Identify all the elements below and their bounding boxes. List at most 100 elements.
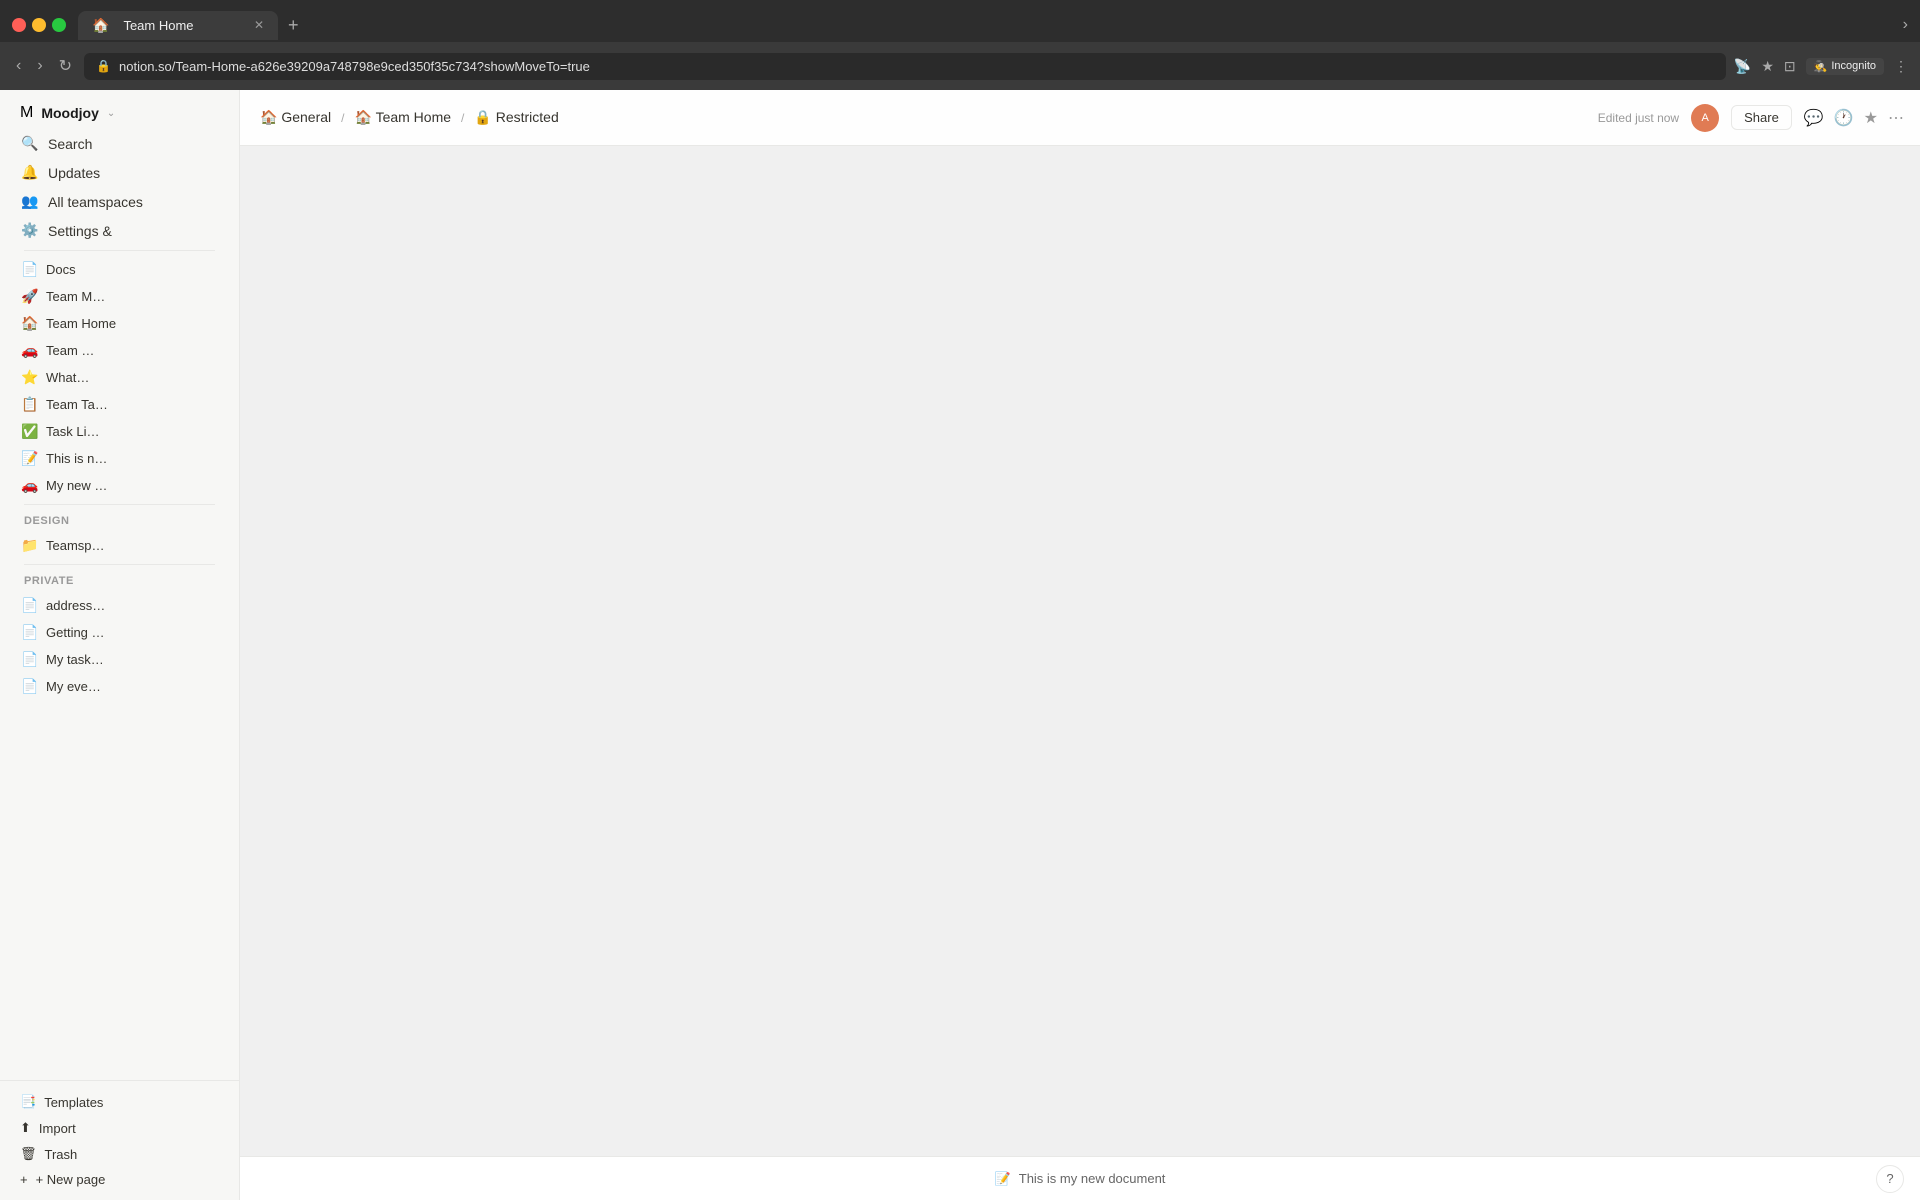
back-btn[interactable]: ‹: [12, 53, 25, 79]
sidebar-item-trash[interactable]: 🗑 Trash: [12, 1141, 227, 1167]
extension-icon[interactable]: ⊡: [1784, 58, 1796, 75]
tab-close-btn[interactable]: ✕: [254, 18, 264, 32]
sidebar-top: M Moodjoy ⌄ 🔍 Search 🔔 Updates 👥 All tea…: [0, 90, 239, 707]
sidebar-label-import: Import: [39, 1121, 76, 1136]
sidebar-label-all-teams: All teamspaces: [48, 194, 143, 210]
menu-icon[interactable]: ⋮: [1894, 58, 1908, 75]
tab-favicon: 🏠: [92, 17, 109, 34]
home-icon: 🏠: [20, 315, 40, 332]
lock-icon: 🔒: [96, 59, 111, 73]
bookmark-icon[interactable]: ★: [1761, 58, 1774, 75]
top-bar: 🏠 General / 🏠 Team Home / 🔒 Restricted E…: [240, 90, 1920, 146]
edited-status: Edited just now: [1598, 111, 1679, 125]
sidebar-label-team-m: Team M…: [46, 289, 105, 304]
sidebar-divider-3: [24, 564, 215, 565]
new-doc-indicator[interactable]: 📝 This is my new document: [995, 1171, 1166, 1187]
browser-chrome: 🏠 Team Home ✕ + › ‹ › ↻ 🔒 notion.so/Team…: [0, 0, 1920, 90]
sidebar-item-team2[interactable]: 🚗 Team …: [12, 338, 227, 363]
avatar: A: [1691, 104, 1719, 132]
car-icon: 🚗: [20, 342, 40, 359]
sidebar-item-teamspa[interactable]: 📁 Teamsp…: [12, 533, 227, 558]
sidebar-label-what: What…: [46, 370, 89, 385]
sidebar-item-team-ta[interactable]: 📋 Team Ta…: [12, 392, 227, 417]
more-icon[interactable]: ⋯: [1888, 108, 1904, 128]
url-text: notion.so/Team-Home-a626e39209a748798e9c…: [119, 59, 590, 74]
share-button[interactable]: Share: [1731, 105, 1792, 130]
sidebar-item-team-home[interactable]: 🏠 Team Home: [12, 311, 227, 336]
new-page-btn[interactable]: + + New page: [12, 1167, 227, 1192]
sidebar-label-team-home: Team Home: [46, 316, 116, 331]
breadcrumb-general[interactable]: 🏠 General: [256, 107, 335, 128]
sidebar-item-team-m[interactable]: 🚀 Team M…: [12, 284, 227, 309]
plus-icon: +: [20, 1172, 28, 1187]
sidebar-item-my-new[interactable]: 🚗 My new …: [12, 473, 227, 498]
active-tab[interactable]: 🏠 Team Home ✕: [78, 11, 278, 40]
browser-action-icons: 📡 ★ ⊡ 🕵 Incognito ⋮: [1734, 58, 1908, 75]
breadcrumb-sep-1: /: [341, 111, 344, 125]
sidebar-label-my-events: My eve…: [46, 679, 101, 694]
note-icon: 📝: [20, 450, 40, 467]
incognito-badge: 🕵 Incognito: [1806, 58, 1884, 75]
cast-icon[interactable]: 📡: [1734, 58, 1751, 75]
sidebar-divider-1: [24, 250, 215, 251]
sidebar-label-address: address…: [46, 598, 105, 613]
breadcrumb-sep-2: /: [461, 111, 464, 125]
sidebar-item-search[interactable]: 🔍 Search: [12, 130, 227, 157]
getting-icon: 📄: [20, 624, 40, 641]
star-icon: ⭐: [20, 369, 40, 386]
new-page-label: + New page: [36, 1172, 106, 1187]
sidebar-label-my-new: My new …: [46, 478, 107, 493]
sidebar-item-my-tasks[interactable]: 📄 My task…: [12, 647, 227, 672]
bookmark-page-icon[interactable]: ★: [1864, 108, 1878, 128]
close-window-btn[interactable]: [12, 18, 26, 32]
sidebar-item-import[interactable]: ⬆ Import: [12, 1115, 227, 1141]
breadcrumb-team-home[interactable]: 🏠 Team Home: [350, 107, 455, 128]
breadcrumb-restricted[interactable]: 🔒 Restricted: [470, 107, 562, 128]
tabs-chevron-icon[interactable]: ›: [1903, 16, 1908, 34]
sidebar-item-getting[interactable]: 📄 Getting …: [12, 620, 227, 645]
sidebar-item-updates[interactable]: 🔔 Updates: [12, 159, 227, 186]
new-tab-btn[interactable]: +: [288, 15, 299, 36]
workspace-header[interactable]: M Moodjoy ⌄: [12, 98, 227, 128]
sidebar-label-templates: Templates: [44, 1095, 103, 1110]
sidebar-label-team-ta: Team Ta…: [46, 397, 108, 412]
sidebar-item-what[interactable]: ⭐ What…: [12, 365, 227, 390]
url-bar[interactable]: 🔒 notion.so/Team-Home-a626e39209a748798e…: [84, 53, 1726, 80]
sidebar-label-this-is: This is n…: [46, 451, 107, 466]
address-bar: ‹ › ↻ 🔒 notion.so/Team-Home-a626e39209a7…: [0, 42, 1920, 90]
sidebar-item-address[interactable]: 📄 address…: [12, 593, 227, 618]
breadcrumb: 🏠 General / 🏠 Team Home / 🔒 Restricted: [256, 107, 563, 128]
tab-title: Team Home: [123, 18, 193, 33]
sidebar-item-templates[interactable]: 📑 Templates: [12, 1089, 227, 1115]
traffic-lights: [12, 18, 66, 32]
comment-icon[interactable]: 💬: [1804, 108, 1824, 128]
events-icon: 📄: [20, 678, 40, 695]
sidebar-item-this-is[interactable]: 📝 This is n…: [12, 446, 227, 471]
sidebar-item-settings[interactable]: ⚙️ Settings &: [12, 217, 227, 244]
refresh-btn[interactable]: ↻: [55, 52, 76, 80]
sidebar-item-docs[interactable]: 📄 Docs: [12, 257, 227, 282]
sidebar-label-teamspa: Teamsp…: [46, 538, 105, 553]
help-button[interactable]: ?: [1876, 1165, 1904, 1193]
clock-icon[interactable]: 🕐: [1834, 108, 1854, 128]
sidebar-item-task-li[interactable]: ✅ Task Li…: [12, 419, 227, 444]
folder-icon: 📁: [20, 537, 40, 554]
sidebar-label-team2: Team …: [46, 343, 94, 358]
sidebar-label-settings: Settings &: [48, 223, 112, 239]
tab-bar: 🏠 Team Home ✕ + ›: [0, 0, 1920, 42]
top-bar-icons: 💬 🕐 ★ ⋯: [1804, 108, 1904, 128]
new-doc-text: This is my new document: [1019, 1171, 1166, 1186]
fullscreen-window-btn[interactable]: [52, 18, 66, 32]
bottom-bar: 📝 This is my new document ?: [240, 1156, 1920, 1200]
clipboard-icon: 📋: [20, 396, 40, 413]
sidebar-item-my-events[interactable]: 📄 My eve…: [12, 674, 227, 699]
sidebar-item-all-teamspaces[interactable]: 👥 All teamspaces: [12, 188, 227, 215]
forward-btn[interactable]: ›: [33, 53, 46, 79]
check-icon: ✅: [20, 423, 40, 440]
workspace-chevron-icon: ⌄: [107, 108, 115, 119]
private-section-label: Private: [12, 571, 227, 591]
sidebar-label-task-li: Task Li…: [46, 424, 99, 439]
bell-icon: 🔔: [20, 164, 40, 181]
minimize-window-btn[interactable]: [32, 18, 46, 32]
address-icon: 📄: [20, 597, 40, 614]
